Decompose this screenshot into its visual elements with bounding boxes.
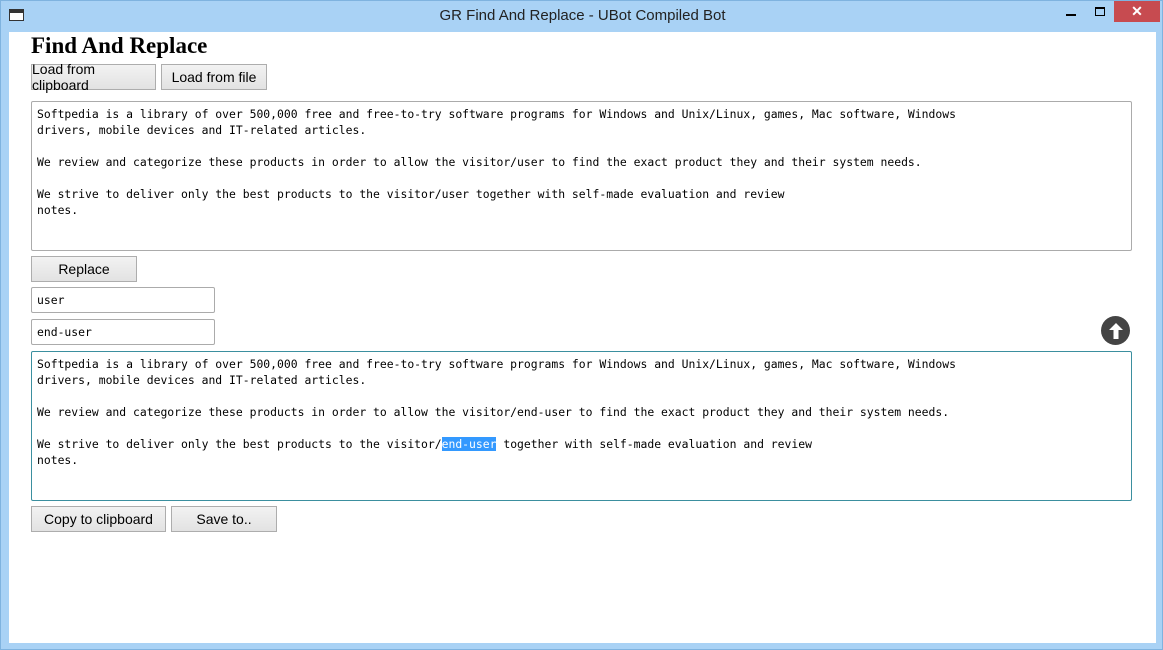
text-segment: together with self-made evaluation and r… (496, 437, 812, 451)
title-bar[interactable]: GR Find And Replace - UBot Compiled Bot … (1, 1, 1163, 31)
text-line: We strive to deliver only the best produ… (37, 187, 785, 201)
output-textarea[interactable]: Softpedia is a library of over 500,000 f… (31, 351, 1132, 501)
maximize-icon (1094, 7, 1105, 16)
minimize-icon (1066, 13, 1076, 16)
save-to-button[interactable]: Save to.. (171, 506, 277, 532)
text-line: Softpedia is a library of over 500,000 f… (37, 357, 956, 371)
maximize-button[interactable] (1086, 1, 1113, 22)
load-from-clipboard-button[interactable]: Load from clipboard (31, 61, 156, 93)
text-segment: We strive to deliver only the best produ… (37, 437, 442, 451)
arrow-up-icon (1108, 322, 1123, 339)
find-input[interactable]: user (31, 287, 215, 313)
close-icon: ✕ (1131, 3, 1143, 19)
load-from-file-button[interactable]: Load from file (161, 64, 267, 90)
page-title: Find And Replace (31, 33, 208, 58)
client-area: Find And Replace Load from clipboard Loa… (9, 32, 1156, 643)
text-line: notes. (37, 203, 79, 217)
minimize-button[interactable] (1057, 1, 1085, 22)
text-line: drivers, mobile devices and IT-related a… (37, 123, 367, 137)
replace-input[interactable]: end-user (31, 319, 215, 345)
selected-text[interactable]: end-user (441, 437, 497, 451)
text-line: We review and categorize these products … (37, 405, 950, 419)
app-window: GR Find And Replace - UBot Compiled Bot … (0, 0, 1163, 650)
text-line: Softpedia is a library of over 500,000 f… (37, 107, 956, 121)
input-textarea[interactable]: Softpedia is a library of over 500,000 f… (31, 101, 1132, 251)
text-line: We review and categorize these products … (37, 155, 922, 169)
text-line: notes. (37, 453, 79, 467)
scroll-to-top-button[interactable] (1101, 316, 1130, 345)
text-line: drivers, mobile devices and IT-related a… (37, 373, 367, 387)
copy-to-clipboard-button[interactable]: Copy to clipboard (31, 506, 166, 532)
close-button[interactable]: ✕ (1114, 1, 1160, 22)
window-title: GR Find And Replace - UBot Compiled Bot (439, 7, 726, 24)
replace-button[interactable]: Replace (31, 256, 137, 282)
